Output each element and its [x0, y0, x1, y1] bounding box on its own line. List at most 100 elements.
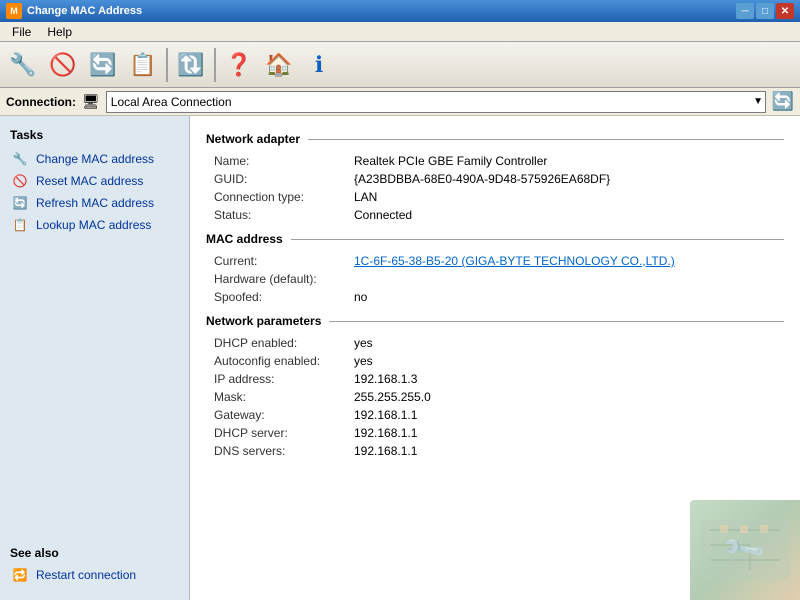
- sidebar-item-restart-conn-label: Restart connection: [36, 568, 136, 582]
- toolbar-change-mac[interactable]: 🔧: [4, 46, 42, 84]
- adapter-name-value: Realtek PCIe GBE Family Controller: [354, 154, 547, 168]
- autoconfig-label: Autoconfig enabled:: [214, 354, 354, 368]
- mac-current-value[interactable]: 1C-6F-65-38-B5-20 (GIGA-BYTE TECHNOLOGY …: [354, 254, 675, 268]
- dhcp-enabled-value: yes: [354, 336, 373, 350]
- menu-help[interactable]: Help: [39, 23, 80, 41]
- network-params-header: Network parameters: [206, 314, 784, 328]
- dhcp-server-label: DHCP server:: [214, 426, 354, 440]
- toolbar-about[interactable]: ℹ: [300, 46, 338, 84]
- network-adapter-header: Network adapter: [206, 132, 784, 146]
- toolbar-update[interactable]: 🔃: [172, 46, 210, 84]
- ip-address-label: IP address:: [214, 372, 354, 386]
- mac-address-title: MAC address: [206, 232, 283, 246]
- adapter-conntype-value: LAN: [354, 190, 377, 204]
- mac-hardware-label: Hardware (default):: [214, 272, 354, 286]
- adapter-status-row: Status: Connected: [206, 208, 784, 222]
- maximize-button[interactable]: □: [756, 3, 774, 19]
- see-also-section: See also 🔁 Restart connection: [0, 538, 189, 592]
- connection-refresh-icon: 🔄: [772, 91, 794, 112]
- mac-hardware-row: Hardware (default):: [206, 272, 784, 286]
- change-mac-sidebar-icon: 🔧: [10, 151, 30, 167]
- update-icon: 🔃: [177, 52, 204, 78]
- window-controls: ─ □ ✕: [736, 3, 794, 19]
- reset-mac-icon: 🚫: [49, 52, 76, 78]
- watermark-inner: 🔧: [690, 500, 800, 600]
- close-button[interactable]: ✕: [776, 3, 794, 19]
- help-icon: ❓: [225, 52, 252, 78]
- toolbar-help[interactable]: ❓: [220, 46, 258, 84]
- tasks-title: Tasks: [0, 124, 189, 148]
- adapter-status-label: Status:: [214, 208, 354, 222]
- home-icon: 🏠: [265, 52, 292, 78]
- dhcp-server-row: DHCP server: 192.168.1.1: [206, 426, 784, 440]
- network-adapter-divider: [308, 139, 784, 140]
- mac-current-label: Current:: [214, 254, 354, 268]
- dns-servers-row: DNS servers: 192.168.1.1: [206, 444, 784, 458]
- see-also-title: See also: [10, 546, 179, 560]
- sidebar-item-reset-mac[interactable]: 🚫 Reset MAC address: [0, 170, 189, 192]
- watermark-svg: 🔧: [690, 500, 800, 600]
- about-icon: ℹ: [315, 52, 323, 78]
- mask-row: Mask: 255.255.255.0: [206, 390, 784, 404]
- app-icon: M: [6, 3, 22, 19]
- sidebar-item-refresh-mac[interactable]: 🔄 Refresh MAC address: [0, 192, 189, 214]
- gateway-row: Gateway: 192.168.1.1: [206, 408, 784, 422]
- dhcp-server-value: 192.168.1.1: [354, 426, 417, 440]
- connection-bar: Connection: 🖥 Local Area Connection ▼ 🔄: [0, 88, 800, 116]
- toolbar-home[interactable]: 🏠: [260, 46, 298, 84]
- adapter-name-label: Name:: [214, 154, 354, 168]
- adapter-conntype-label: Connection type:: [214, 190, 354, 204]
- gateway-value: 192.168.1.1: [354, 408, 417, 422]
- adapter-guid-value: {A23BDBBA-68E0-490A-9D48-575926EA68DF}: [354, 172, 610, 186]
- adapter-conntype-row: Connection type: LAN: [206, 190, 784, 204]
- dns-servers-value: 192.168.1.1: [354, 444, 417, 458]
- mac-spoofed-label: Spoofed:: [214, 290, 354, 304]
- sidebar-item-lookup-mac[interactable]: 📋 Lookup MAC address: [0, 214, 189, 236]
- toolbar-reset-mac[interactable]: 🚫: [44, 46, 82, 84]
- connection-refresh-button[interactable]: 🔄: [772, 91, 794, 113]
- refresh-mac-sidebar-icon: 🔄: [10, 195, 30, 211]
- menu-file[interactable]: File: [4, 23, 39, 41]
- mac-current-row: Current: 1C-6F-65-38-B5-20 (GIGA-BYTE TE…: [206, 254, 784, 268]
- toolbar: 🔧 🚫 🔄 📋 🔃 ❓ 🏠 ℹ: [0, 42, 800, 88]
- mac-spoofed-value: no: [354, 290, 367, 304]
- restart-conn-icon: 🔁: [10, 567, 30, 583]
- toolbar-lookup-mac[interactable]: 📋: [124, 46, 162, 84]
- sidebar: Tasks 🔧 Change MAC address 🚫 Reset MAC a…: [0, 116, 190, 600]
- connection-label: Connection:: [6, 95, 76, 109]
- network-params-divider: [329, 321, 784, 322]
- mac-address-divider: [291, 239, 784, 240]
- adapter-guid-label: GUID:: [214, 172, 354, 186]
- content-area: Network adapter Name: Realtek PCIe GBE F…: [190, 116, 800, 600]
- connection-dropdown[interactable]: Local Area Connection ▼: [106, 91, 766, 113]
- toolbar-refresh-mac[interactable]: 🔄: [84, 46, 122, 84]
- lookup-mac-icon: 📋: [129, 52, 156, 78]
- mac-spoofed-row: Spoofed: no: [206, 290, 784, 304]
- sidebar-item-change-mac[interactable]: 🔧 Change MAC address: [0, 148, 189, 170]
- dhcp-enabled-row: DHCP enabled: yes: [206, 336, 784, 350]
- watermark: 🔧: [690, 500, 800, 600]
- sidebar-item-restart-conn[interactable]: 🔁 Restart connection: [10, 564, 179, 586]
- sidebar-item-reset-mac-label: Reset MAC address: [36, 174, 143, 188]
- sidebar-item-lookup-mac-label: Lookup MAC address: [36, 218, 151, 232]
- adapter-name-row: Name: Realtek PCIe GBE Family Controller: [206, 154, 784, 168]
- menu-bar: File Help: [0, 22, 800, 42]
- network-params-title: Network parameters: [206, 314, 321, 328]
- sidebar-item-refresh-mac-label: Refresh MAC address: [36, 196, 154, 210]
- autoconfig-value: yes: [354, 354, 373, 368]
- mask-label: Mask:: [214, 390, 354, 404]
- dns-servers-label: DNS servers:: [214, 444, 354, 458]
- toolbar-sep-1: [166, 48, 168, 82]
- ip-address-row: IP address: 192.168.1.3: [206, 372, 784, 386]
- title-bar: M Change MAC Address ─ □ ✕: [0, 0, 800, 22]
- mask-value: 255.255.255.0: [354, 390, 431, 404]
- reset-mac-sidebar-icon: 🚫: [10, 173, 30, 189]
- window-title: Change MAC Address: [27, 5, 736, 17]
- autoconfig-row: Autoconfig enabled: yes: [206, 354, 784, 368]
- toolbar-sep-2: [214, 48, 216, 82]
- connection-icon: 🖥: [82, 93, 100, 110]
- refresh-mac-icon: 🔄: [89, 52, 116, 78]
- dhcp-enabled-label: DHCP enabled:: [214, 336, 354, 350]
- lookup-mac-sidebar-icon: 📋: [10, 217, 30, 233]
- minimize-button[interactable]: ─: [736, 3, 754, 19]
